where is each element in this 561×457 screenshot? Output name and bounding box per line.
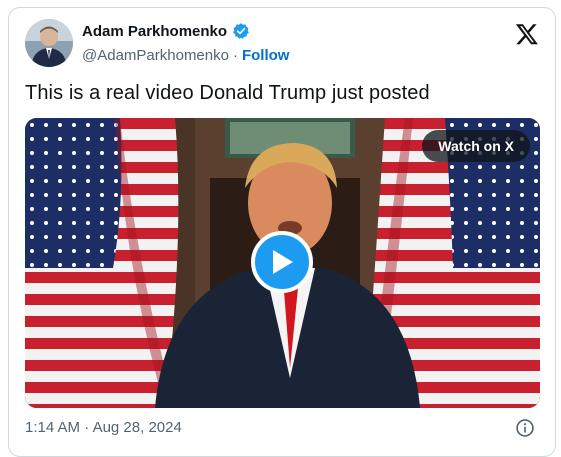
tweet-timestamp[interactable]: 1:14 AM · Aug 28, 2024 xyxy=(25,419,182,436)
info-icon[interactable] xyxy=(515,418,535,438)
author-name[interactable]: Adam Parkhomenko xyxy=(82,23,227,40)
tweet-card[interactable]: Adam Parkhomenko @AdamParkhomenko · Foll… xyxy=(8,7,556,457)
tweet-date: Aug 28, 2024 xyxy=(92,419,182,436)
play-button[interactable] xyxy=(251,231,313,293)
video-player[interactable]: Watch on X xyxy=(25,118,540,408)
avatar[interactable] xyxy=(25,19,73,67)
tweet-text: This is a real video Donald Trump just p… xyxy=(25,82,430,104)
verified-badge-icon xyxy=(233,23,249,39)
handle-separator: · xyxy=(232,47,238,64)
play-icon xyxy=(273,250,293,274)
meta-separator: · xyxy=(84,419,90,436)
author-handle[interactable]: @AdamParkhomenko xyxy=(82,47,229,64)
tweet-time: 1:14 AM xyxy=(25,419,81,436)
x-logo-icon[interactable] xyxy=(515,22,539,46)
follow-button[interactable]: Follow xyxy=(242,47,290,64)
watch-on-x-button[interactable]: Watch on X xyxy=(422,130,530,162)
